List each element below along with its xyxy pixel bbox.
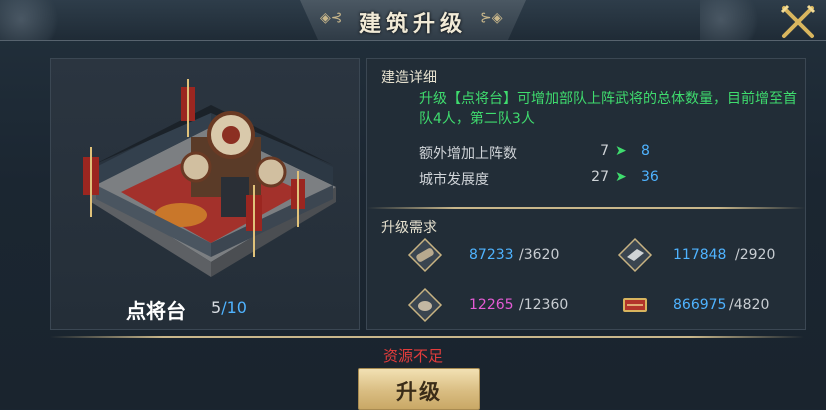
stat-label: 额外增加上阵数 bbox=[419, 146, 517, 162]
crossed-swords-icon bbox=[780, 4, 816, 38]
requirements-section-title: 升级需求 bbox=[381, 220, 437, 236]
stat-label: 城市发展度 bbox=[419, 172, 489, 188]
grain-icon bbox=[623, 298, 647, 312]
requirement-wood: 87233 /3620 bbox=[407, 237, 597, 277]
requirement-have: 12265 bbox=[469, 297, 514, 313]
close-button[interactable] bbox=[772, 2, 822, 42]
stat-current-value: 27 bbox=[591, 169, 609, 185]
building-name: 点将台 bbox=[126, 299, 186, 323]
stat-next-value: 36 bbox=[641, 169, 659, 185]
requirement-need: /12360 bbox=[519, 297, 569, 313]
section-divider bbox=[367, 207, 805, 209]
building-level: 5/10 bbox=[211, 298, 247, 317]
requirement-need: /4820 bbox=[729, 297, 770, 313]
iron-icon bbox=[617, 237, 653, 273]
current-level: 5 bbox=[211, 298, 222, 317]
wood-icon bbox=[407, 237, 443, 273]
requirement-need: /3620 bbox=[519, 247, 560, 263]
stat-next-value: 8 bbox=[641, 143, 650, 159]
arrow-right-icon: ➤ bbox=[615, 143, 627, 159]
arrow-right-icon: ➤ bbox=[615, 169, 627, 185]
stone-icon bbox=[407, 287, 443, 323]
dragon-ornament-left bbox=[0, 0, 70, 40]
upgrade-description: 升级【点将台】可增加部队上阵武将的总体数量，目前增至首队4人，第二队3人 bbox=[419, 91, 797, 127]
upgrade-button-label: 升级 bbox=[396, 380, 442, 404]
building-illustration bbox=[83, 79, 336, 277]
insufficient-resources-warning: 资源不足 bbox=[382, 347, 443, 365]
details-panel: 建造详细 升级【点将台】可增加部队上阵武将的总体数量，目前增至首队4人，第二队3… bbox=[366, 58, 806, 330]
window-title: 建筑升级 bbox=[358, 12, 467, 37]
title-bar: ◈⊰ ⊱◈ 建筑升级 bbox=[0, 0, 826, 41]
details-section-title: 建造详细 bbox=[381, 70, 437, 86]
bottom-divider bbox=[50, 336, 804, 338]
upgrade-button[interactable]: 升级 bbox=[358, 368, 480, 410]
requirement-have: 866975 bbox=[673, 297, 727, 313]
upgrade-dialog: ◈⊰ ⊱◈ 建筑升级 点将台 5/10 建造详细 升级【点将台】可增加部队上阵武… bbox=[0, 0, 826, 410]
max-level: 10 bbox=[226, 298, 247, 317]
requirement-iron: 117848 /2920 bbox=[617, 237, 805, 277]
requirement-grain: 866975 /4820 bbox=[617, 287, 805, 327]
requirement-have: 87233 bbox=[469, 247, 514, 263]
building-preview-panel: 点将台 5/10 bbox=[50, 58, 360, 330]
requirement-have: 117848 bbox=[673, 247, 727, 263]
stat-current-value: 7 bbox=[600, 143, 609, 159]
requirement-stone: 12265 /12360 bbox=[407, 287, 597, 327]
requirement-need: /2920 bbox=[735, 247, 776, 263]
dragon-ornament-right bbox=[700, 0, 770, 40]
